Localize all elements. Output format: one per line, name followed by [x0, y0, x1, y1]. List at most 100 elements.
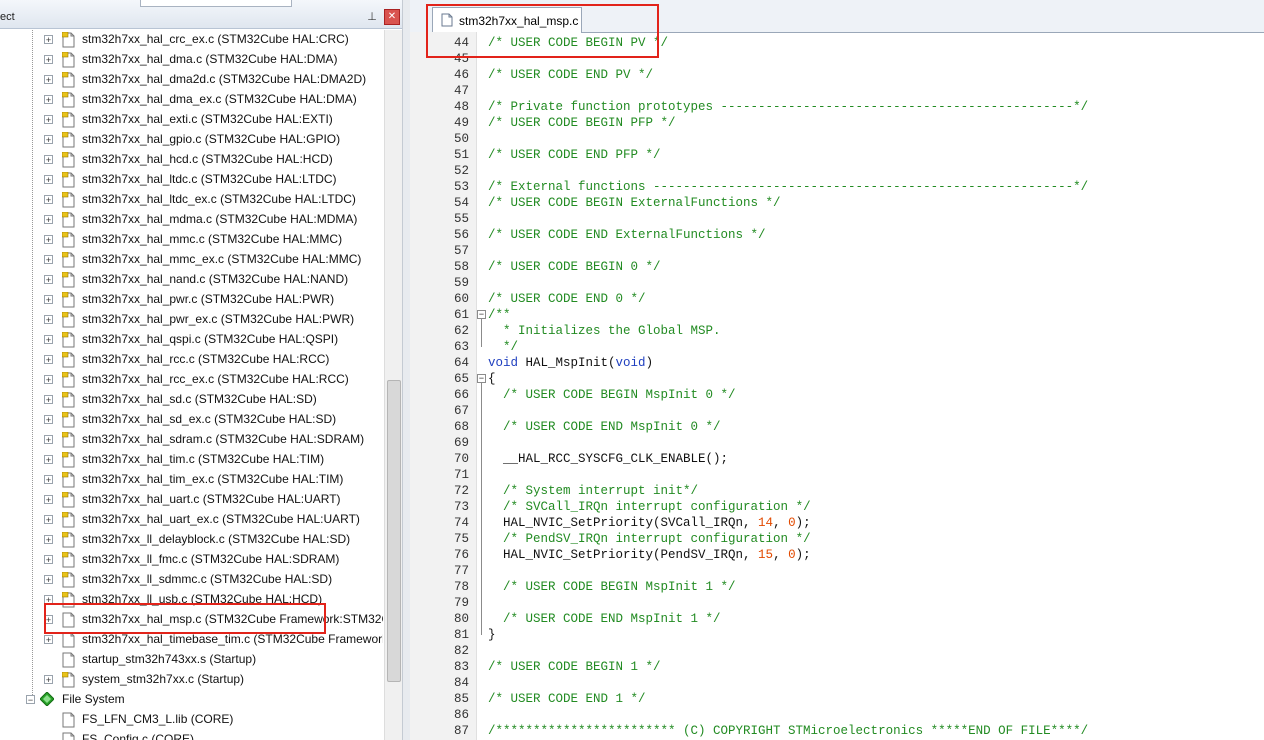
code-line[interactable]: 61 /** −: [410, 307, 1264, 323]
code-line[interactable]: 58 /* USER CODE BEGIN 0 */: [410, 259, 1264, 275]
code-line[interactable]: 50: [410, 131, 1264, 147]
tab-stm32h7xx-hal-msp[interactable]: stm32h7xx_hal_msp.c: [432, 7, 582, 33]
tree-item-file[interactable]: + stm32h7xx_hal_rcc_ex.c (STM32Cube HAL:R…: [0, 370, 383, 390]
code-line[interactable]: 81}: [410, 627, 1264, 643]
tree-item-file[interactable]: + stm32h7xx_hal_mdma.c (STM32Cube HAL:MDM…: [0, 210, 383, 230]
code-line[interactable]: 60 /* USER CODE END 0 */: [410, 291, 1264, 307]
expand-icon[interactable]: +: [44, 295, 53, 305]
code-line[interactable]: 77: [410, 563, 1264, 579]
code-line[interactable]: 52: [410, 163, 1264, 179]
tree-item-file[interactable]: + stm32h7xx_hal_crc_ex.c (STM32Cube HAL:C…: [0, 30, 383, 50]
expand-icon[interactable]: +: [44, 55, 53, 65]
expand-icon[interactable]: +: [44, 595, 53, 605]
expand-icon[interactable]: +: [44, 395, 53, 405]
fold-collapse-icon[interactable]: −: [477, 310, 486, 320]
code-line[interactable]: 62 * Initializes the Global MSP.: [410, 323, 1264, 339]
code-line[interactable]: 73 /* SVCall_IRQn interrupt configuratio…: [410, 499, 1264, 515]
code-line[interactable]: 70 __HAL_RCC_SYSCFG_CLK_ENABLE();: [410, 451, 1264, 467]
expand-icon[interactable]: +: [44, 95, 53, 105]
tree-item-file[interactable]: + stm32h7xx_hal_ltdc.c (STM32Cube HAL:LTD…: [0, 170, 383, 190]
pin-icon[interactable]: ⊥: [365, 10, 379, 24]
tree-item-file[interactable]: + stm32h7xx_ll_delayblock.c (STM32Cube HA…: [0, 530, 383, 550]
expand-icon[interactable]: +: [44, 435, 53, 445]
expand-icon[interactable]: +: [44, 335, 53, 345]
tree-item-file[interactable]: + stm32h7xx_hal_mmc_ex.c (STM32Cube HAL:M…: [0, 250, 383, 270]
code-line[interactable]: 53 /* External functions ----------------…: [410, 179, 1264, 195]
code-line[interactable]: 54 /* USER CODE BEGIN ExternalFunctions *…: [410, 195, 1264, 211]
expand-icon[interactable]: +: [44, 275, 53, 285]
expand-icon[interactable]: +: [44, 675, 53, 685]
expand-icon[interactable]: +: [44, 75, 53, 85]
code-line[interactable]: 55: [410, 211, 1264, 227]
tree-item-file[interactable]: + stm32h7xx_hal_mmc.c (STM32Cube HAL:MMC): [0, 230, 383, 250]
code-area[interactable]: 44 /* USER CODE BEGIN PV */ 45 46 /* USER CO…: [410, 32, 1264, 740]
code-line[interactable]: 64 void HAL_MspInit(void): [410, 355, 1264, 371]
tree-item-file[interactable]: + stm32h7xx_hal_uart.c (STM32Cube HAL:UAR…: [0, 490, 383, 510]
expand-icon[interactable]: +: [44, 495, 53, 505]
tree-item-file[interactable]: + stm32h7xx_hal_sd_ex.c (STM32Cube HAL:SD…: [0, 410, 383, 430]
project-tree-scrollbar[interactable]: [384, 30, 402, 740]
code-line[interactable]: 49 /* USER CODE BEGIN PFP */: [410, 115, 1264, 131]
expand-icon[interactable]: +: [44, 35, 53, 45]
tree-item-file[interactable]: + stm32h7xx_ll_fmc.c (STM32Cube HAL:SDRAM…: [0, 550, 383, 570]
code-line[interactable]: 69: [410, 435, 1264, 451]
expand-icon[interactable]: +: [44, 215, 53, 225]
tree-item-file[interactable]: + stm32h7xx_hal_dma2d.c (STM32Cube HAL:DM…: [0, 70, 383, 90]
code-line[interactable]: 57: [410, 243, 1264, 259]
tree-item-file[interactable]: + stm32h7xx_hal_timebase_tim.c (STM32Cube…: [0, 630, 383, 650]
tree-item-file[interactable]: + stm32h7xx_hal_qspi.c (STM32Cube HAL:QSP…: [0, 330, 383, 350]
fold-collapse-icon[interactable]: −: [477, 374, 486, 384]
code-line[interactable]: 72 /* System interrupt init*/: [410, 483, 1264, 499]
code-line[interactable]: 80 /* USER CODE END MspInit 1 */: [410, 611, 1264, 627]
scrollbar-thumb[interactable]: [387, 380, 401, 682]
expand-icon[interactable]: +: [44, 455, 53, 465]
tree-item-file[interactable]: + stm32h7xx_hal_ltdc_ex.c (STM32Cube HAL:…: [0, 190, 383, 210]
tree-item-file[interactable]: + stm32h7xx_hal_dma.c (STM32Cube HAL:DMA): [0, 50, 383, 70]
expand-icon[interactable]: +: [44, 175, 53, 185]
code-line[interactable]: 84: [410, 675, 1264, 691]
code-line[interactable]: 65 {−: [410, 371, 1264, 387]
tree-item-file[interactable]: + stm32h7xx_ll_usb.c (STM32Cube HAL:HCD): [0, 590, 383, 610]
expand-icon[interactable]: +: [44, 575, 53, 585]
code-line[interactable]: 46 /* USER CODE END PV */: [410, 67, 1264, 83]
code-line[interactable]: 87 /************************ (C) COPYRIGH…: [410, 723, 1264, 739]
code-line[interactable]: 44 /* USER CODE BEGIN PV */: [410, 35, 1264, 51]
expand-icon[interactable]: +: [44, 255, 53, 265]
code-line[interactable]: 76 HAL_NVIC_SetPriority(PendSV_IRQn, 15,…: [410, 547, 1264, 563]
tree-item-file[interactable]: + stm32h7xx_hal_pwr.c (STM32Cube HAL:PWR): [0, 290, 383, 310]
tree-group-file-system[interactable]: − File System: [0, 690, 383, 710]
code-line[interactable]: 82: [410, 643, 1264, 659]
expand-icon[interactable]: +: [44, 535, 53, 545]
code-line[interactable]: 68 /* USER CODE END MspInit 0 */: [410, 419, 1264, 435]
expand-icon[interactable]: +: [44, 195, 53, 205]
code-line[interactable]: 48 /* Private function prototypes -------…: [410, 99, 1264, 115]
tree-item-file[interactable]: + stm32h7xx_hal_sd.c (STM32Cube HAL:SD): [0, 390, 383, 410]
code-line[interactable]: 86: [410, 707, 1264, 723]
tree-item-file[interactable]: + stm32h7xx_hal_uart_ex.c (STM32Cube HAL:…: [0, 510, 383, 530]
code-line[interactable]: 51 /* USER CODE END PFP */: [410, 147, 1264, 163]
tree-item-file[interactable]: + stm32h7xx_hal_tim_ex.c (STM32Cube HAL:T…: [0, 470, 383, 490]
tree-item-file[interactable]: + stm32h7xx_hal_dma_ex.c (STM32Cube HAL:D…: [0, 90, 383, 110]
tree-item-file[interactable]: + stm32h7xx_hal_exti.c (STM32Cube HAL:EXT…: [0, 110, 383, 130]
code-line[interactable]: 75 /* PendSV_IRQn interrupt configuratio…: [410, 531, 1264, 547]
expand-icon[interactable]: +: [44, 115, 53, 125]
tree-item-file[interactable]: + stm32h7xx_hal_sdram.c (STM32Cube HAL:SD…: [0, 430, 383, 450]
code-line[interactable]: 63 */: [410, 339, 1264, 355]
code-line[interactable]: 83 /* USER CODE BEGIN 1 */: [410, 659, 1264, 675]
tree-item-file[interactable]: + system_stm32h7xx.c (Startup): [0, 670, 383, 690]
expand-icon[interactable]: +: [44, 615, 53, 625]
code-line[interactable]: 78 /* USER CODE BEGIN MspInit 1 */: [410, 579, 1264, 595]
expand-icon[interactable]: +: [44, 375, 53, 385]
tree-item-file[interactable]: + stm32h7xx_hal_rcc.c (STM32Cube HAL:RCC): [0, 350, 383, 370]
tree-item-file[interactable]: + stm32h7xx_hal_hcd.c (STM32Cube HAL:HCD): [0, 150, 383, 170]
expand-icon[interactable]: +: [44, 475, 53, 485]
collapse-icon[interactable]: −: [26, 695, 35, 705]
expand-icon[interactable]: +: [44, 415, 53, 425]
tree-item-file[interactable]: + stm32h7xx_ll_sdmmc.c (STM32Cube HAL:SD): [0, 570, 383, 590]
tree-item-file[interactable]: + stm32h7xx_hal_nand.c (STM32Cube HAL:NAN…: [0, 270, 383, 290]
code-line[interactable]: 85 /* USER CODE END 1 */: [410, 691, 1264, 707]
code-line[interactable]: 59: [410, 275, 1264, 291]
expand-icon[interactable]: +: [44, 555, 53, 565]
tree-item-file[interactable]: + stm32h7xx_hal_msp.c (STM32Cube Framewor…: [0, 610, 383, 630]
expand-icon[interactable]: +: [44, 235, 53, 245]
